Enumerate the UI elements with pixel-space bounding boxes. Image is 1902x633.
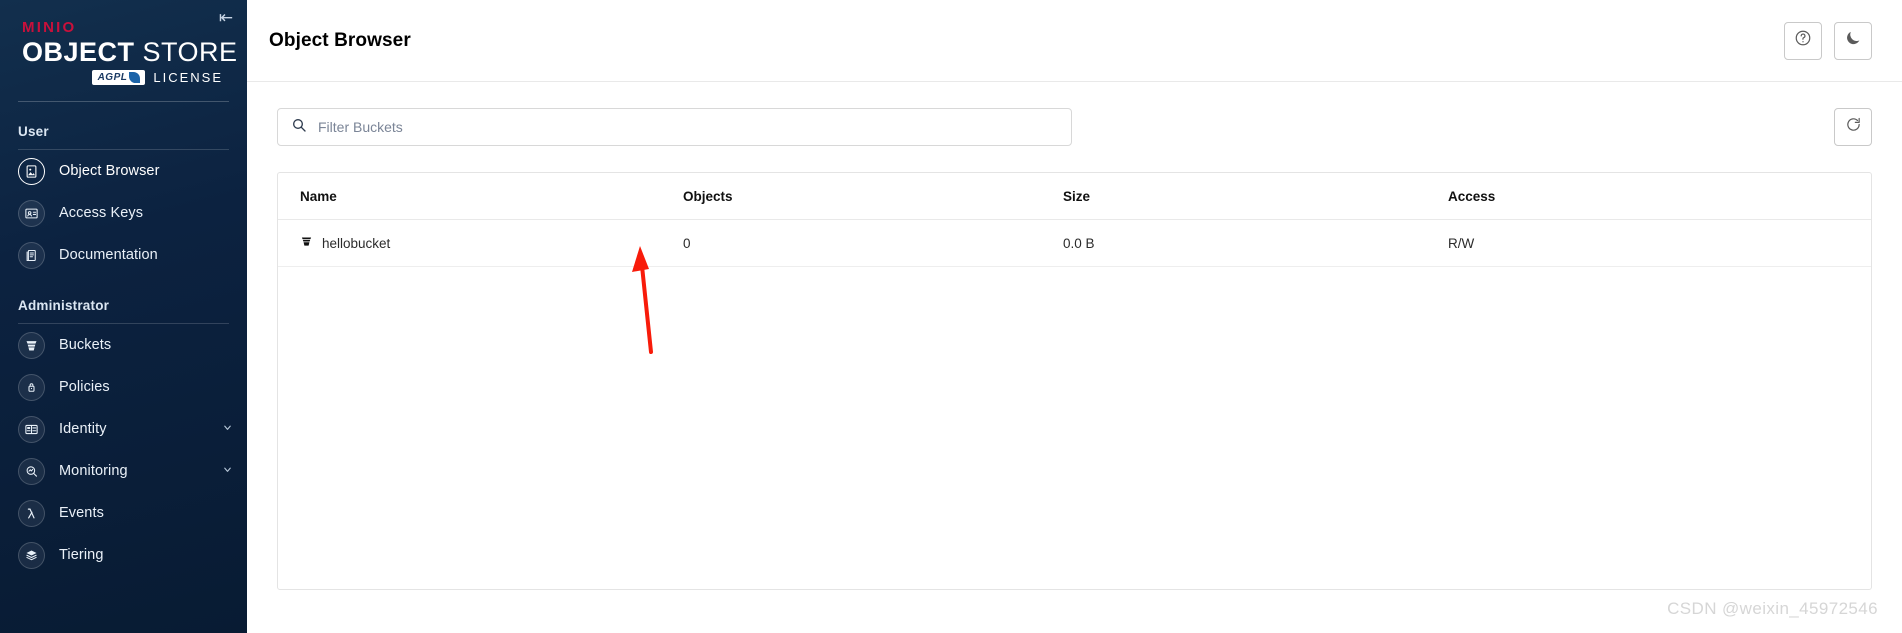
table-header-row: Name Objects Size Access	[278, 173, 1871, 220]
sidebar-item-events[interactable]: Events	[0, 492, 247, 534]
product-name: OBJECT STORE	[22, 37, 237, 67]
sidebar-section-label-user: User	[18, 124, 49, 140]
filter-buckets-box[interactable]	[277, 108, 1072, 146]
page-title: Object Browser	[269, 29, 411, 51]
sidebar-item-label: Events	[59, 505, 104, 522]
help-button[interactable]	[1784, 21, 1822, 60]
help-circle-icon	[1794, 29, 1812, 52]
cell-size: 0.0 B	[1063, 219, 1448, 267]
sidebar-item-label: Buckets	[59, 337, 112, 354]
app-root: ⇤ MINIO OBJECT STORE AGPL LICENSE User Ob…	[0, 0, 1902, 633]
monitoring-icon	[18, 457, 45, 485]
brand-name: MINIO	[22, 19, 77, 36]
sidebar-item-policies[interactable]: Policies	[0, 366, 247, 408]
product-name-bold: OBJECT	[22, 37, 135, 67]
table-body: hellobucket 0 0.0 B R/W	[278, 219, 1871, 267]
sidebar-item-monitoring[interactable]: Monitoring	[0, 450, 247, 492]
cell-objects: 0	[683, 219, 1063, 267]
tiering-icon	[18, 541, 45, 569]
sidebar-item-label: Tiering	[59, 547, 104, 564]
sidebar-item-label: Policies	[59, 379, 110, 396]
agpl-badge-text: AGPL	[97, 71, 128, 83]
sidebar: ⇤ MINIO OBJECT STORE AGPL LICENSE User Ob…	[0, 0, 247, 633]
buckets-table: Name Objects Size Access hellobucket 0 0.0…	[278, 173, 1871, 267]
identity-icon	[18, 415, 45, 443]
chevron-down-icon[interactable]	[222, 422, 233, 436]
sidebar-item-label: Identity	[59, 421, 107, 438]
sidebar-item-access-keys[interactable]: Access Keys	[0, 192, 247, 234]
table-head: Name Objects Size Access	[278, 173, 1871, 220]
sidebar-item-label: Monitoring	[59, 463, 128, 480]
sidebar-header: ⇤ MINIO OBJECT STORE AGPL LICENSE	[0, 0, 247, 103]
sidebar-item-identity[interactable]: Identity	[0, 408, 247, 450]
column-header-name[interactable]: Name	[278, 173, 683, 220]
documentation-icon	[18, 241, 45, 269]
bucket-icon	[300, 235, 313, 251]
page-header: Object Browser	[247, 0, 1902, 82]
sidebar-item-object-browser[interactable]: Object Browser	[0, 150, 247, 192]
refresh-button[interactable]	[1834, 108, 1872, 146]
bucket-name-label: hellobucket	[322, 235, 391, 251]
access-keys-icon	[18, 199, 45, 227]
events-icon	[18, 499, 45, 527]
buckets-table-card: Name Objects Size Access hellobucket 0 0.0…	[277, 172, 1872, 590]
search-input[interactable]	[318, 119, 1058, 135]
sidebar-item-buckets[interactable]: Buckets	[0, 324, 247, 366]
sidebar-item-documentation[interactable]: Documentation	[0, 234, 247, 276]
sidebar-item-label: Access Keys	[59, 205, 144, 222]
watermark: CSDN @weixin_45972546	[1667, 599, 1878, 618]
leaf-icon	[129, 72, 141, 84]
product-name-light: STORE	[142, 37, 238, 67]
sidebar-item-label: Documentation	[59, 247, 158, 264]
cell-bucket-name[interactable]: hellobucket	[278, 219, 683, 267]
bucket-icon	[18, 331, 45, 359]
sidebar-item-tiering[interactable]: Tiering	[0, 534, 247, 576]
collapse-sidebar-icon[interactable]: ⇤	[215, 6, 237, 28]
toolbar	[277, 108, 1872, 146]
sidebar-divider	[18, 101, 229, 103]
cell-access: R/W	[1448, 219, 1871, 267]
refresh-icon	[1845, 116, 1862, 138]
minio-logo: MINIO OBJECT STORE AGPL LICENSE	[0, 14, 247, 86]
license-label: LICENSE	[153, 70, 223, 86]
sidebar-item-label: Object Browser	[59, 163, 160, 180]
dark-mode-button[interactable]	[1834, 21, 1872, 60]
main-content: Object Browser Filter Buckets Name Objec…	[247, 0, 1902, 633]
agpl-badge: AGPL	[91, 70, 146, 86]
column-header-access[interactable]: Access	[1448, 173, 1871, 220]
content-area: Name Objects Size Access hellobucket 00.0…	[247, 82, 1902, 633]
policies-icon	[18, 373, 45, 401]
column-header-size[interactable]: Size	[1063, 173, 1448, 220]
search-icon	[291, 117, 307, 138]
moon-icon	[1844, 29, 1862, 52]
sidebar-section-label-administrator: Administrator	[18, 298, 110, 314]
column-header-objects[interactable]: Objects	[683, 173, 1063, 220]
sidebar-nav: User Object Browser Access Keys Documentati…	[0, 102, 247, 576]
object-browser-icon	[18, 157, 45, 185]
table-row[interactable]: hellobucket 0 0.0 B R/W	[278, 219, 1871, 267]
header-actions	[1784, 21, 1872, 60]
license-row: AGPL LICENSE	[22, 70, 225, 86]
chevron-down-icon[interactable]	[222, 464, 233, 478]
